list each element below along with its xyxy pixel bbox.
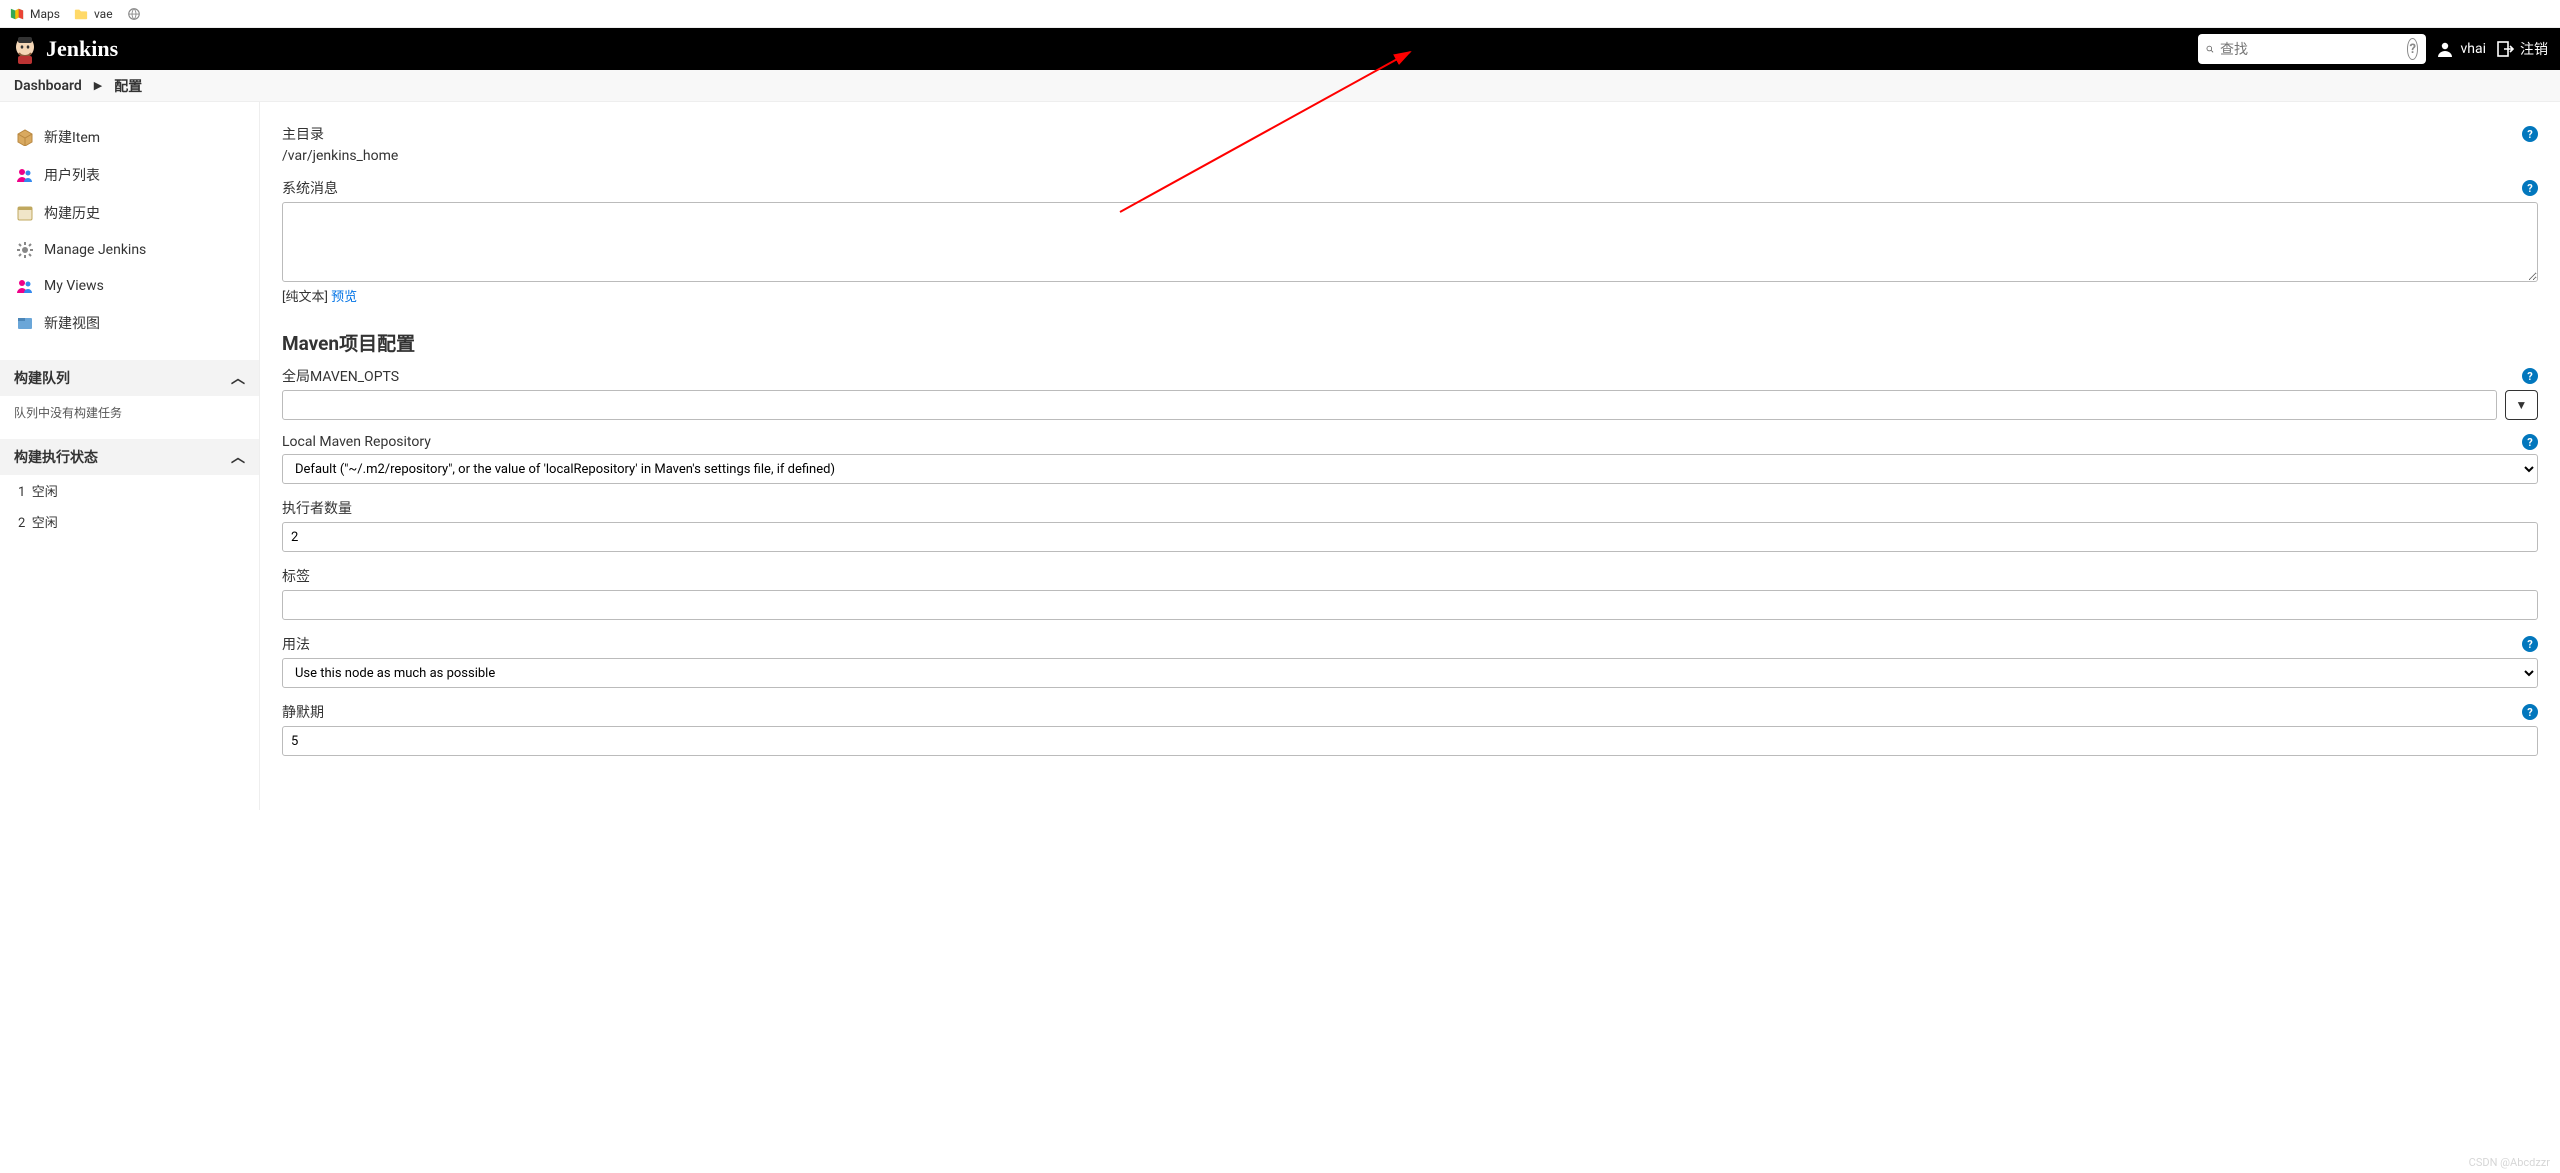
search-box[interactable]: ?: [2198, 34, 2426, 64]
user-menu[interactable]: vhai: [2436, 40, 2486, 58]
breadcrumb-item[interactable]: 配置: [114, 76, 142, 96]
folder-icon: [74, 7, 88, 21]
executors-label: 执行者数量: [282, 498, 352, 518]
local-repo-select[interactable]: Default ("~/.m2/repository", or the valu…: [282, 454, 2538, 484]
watermark: CSDN @Abcdzzr: [2469, 1156, 2550, 1169]
home-dir-label: 主目录: [282, 124, 324, 144]
user-icon: [2436, 40, 2454, 58]
bookmark-label: Maps: [30, 7, 60, 21]
maven-section-title: Maven项目配置: [282, 329, 2538, 356]
executor-row: 2 空闲: [0, 506, 259, 537]
bookmark-vae[interactable]: vae: [74, 7, 113, 21]
search-input[interactable]: [2220, 41, 2401, 57]
search-help-icon[interactable]: ?: [2407, 38, 2418, 60]
logout-icon: [2496, 40, 2514, 58]
bookmark-maps[interactable]: Maps: [10, 7, 60, 21]
executor-row: 1 空闲: [0, 475, 259, 506]
jenkins-header: Jenkins ? vhai 注销: [0, 28, 2560, 70]
chevron-up-icon: ︿: [231, 447, 245, 467]
search-icon: [2206, 41, 2214, 57]
executor-id: 2: [18, 516, 25, 531]
sidebar-item-label: 构建历史: [44, 203, 100, 223]
local-repo-label: Local Maven Repository: [282, 434, 431, 450]
labels-label: 标签: [282, 566, 310, 586]
sidebar-item-new[interactable]: 新建Item: [0, 118, 259, 156]
sidebar-item-my-views[interactable]: My Views: [0, 268, 259, 304]
usage-label: 用法: [282, 634, 310, 654]
username: vhai: [2460, 41, 2486, 57]
executor-status: 空闲: [32, 516, 58, 531]
help-icon[interactable]: ?: [2522, 180, 2538, 196]
breadcrumb-separator: ▶: [94, 79, 102, 92]
maps-icon: [10, 7, 24, 21]
jenkins-logo[interactable]: Jenkins: [12, 34, 118, 64]
section-label: 构建队列: [14, 368, 70, 388]
logout-button[interactable]: 注销: [2496, 39, 2548, 59]
sidebar-item-label: My Views: [44, 278, 104, 294]
sidebar: 新建Item 用户列表 构建历史 Manage Jenkins My Views…: [0, 102, 260, 810]
build-queue-empty: 队列中没有构建任务: [0, 396, 259, 429]
section-label: 构建执行状态: [14, 447, 98, 467]
help-icon[interactable]: ?: [2522, 704, 2538, 720]
system-message-textarea[interactable]: [282, 202, 2538, 282]
calendar-icon: [16, 204, 34, 222]
build-executor-header[interactable]: 构建执行状态 ︿: [0, 439, 259, 475]
maven-opts-label: 全局MAVEN_OPTS: [282, 366, 399, 386]
jenkins-mascot-icon: [12, 34, 38, 64]
people-icon: [16, 166, 34, 184]
maven-opts-input[interactable]: [282, 390, 2497, 420]
folder-plus-icon: [16, 314, 34, 332]
sidebar-item-label: Manage Jenkins: [44, 242, 146, 258]
sidebar-item-label: 用户列表: [44, 165, 100, 185]
system-message-label: 系统消息: [282, 178, 338, 198]
breadcrumb: Dashboard ▶ 配置: [0, 70, 2560, 102]
plain-text-label: [纯文本]: [282, 290, 328, 305]
triangle-down-icon: ▼: [2515, 398, 2527, 412]
quiet-period-input[interactable]: [282, 726, 2538, 756]
globe-icon: [127, 7, 141, 21]
sidebar-item-people[interactable]: 用户列表: [0, 156, 259, 194]
sidebar-item-manage[interactable]: Manage Jenkins: [0, 232, 259, 268]
home-dir-value: /var/jenkins_home: [282, 148, 2538, 164]
help-icon[interactable]: ?: [2522, 126, 2538, 142]
help-icon[interactable]: ?: [2522, 636, 2538, 652]
breadcrumb-item[interactable]: Dashboard: [14, 78, 82, 94]
brand-text: Jenkins: [46, 36, 118, 62]
usage-select[interactable]: Use this node as much as possible: [282, 658, 2538, 688]
help-icon[interactable]: ?: [2522, 434, 2538, 450]
gear-icon: [16, 241, 34, 259]
labels-input[interactable]: [282, 590, 2538, 620]
people-icon: [16, 277, 34, 295]
sidebar-item-build-history[interactable]: 构建历史: [0, 194, 259, 232]
main-content: 主目录 ? /var/jenkins_home 系统消息 ? [纯文本] 预览 …: [260, 102, 2560, 810]
sidebar-item-label: 新建Item: [44, 127, 100, 147]
bookmark-globe[interactable]: [127, 7, 141, 21]
quiet-period-label: 静默期: [282, 702, 324, 722]
build-queue-header[interactable]: 构建队列 ︿: [0, 360, 259, 396]
preview-link[interactable]: 预览: [331, 290, 357, 305]
box-icon: [16, 128, 34, 146]
sidebar-item-label: 新建视图: [44, 313, 100, 333]
sidebar-item-new-view[interactable]: 新建视图: [0, 304, 259, 342]
logout-label: 注销: [2520, 39, 2548, 59]
browser-bookmarks-bar: Maps vae: [0, 0, 2560, 28]
executor-status: 空闲: [32, 485, 58, 500]
executors-input[interactable]: [282, 522, 2538, 552]
bookmark-label: vae: [94, 7, 113, 21]
chevron-up-icon: ︿: [231, 368, 245, 388]
advanced-button[interactable]: ▼: [2505, 390, 2538, 420]
executor-id: 1: [18, 485, 25, 500]
help-icon[interactable]: ?: [2522, 368, 2538, 384]
